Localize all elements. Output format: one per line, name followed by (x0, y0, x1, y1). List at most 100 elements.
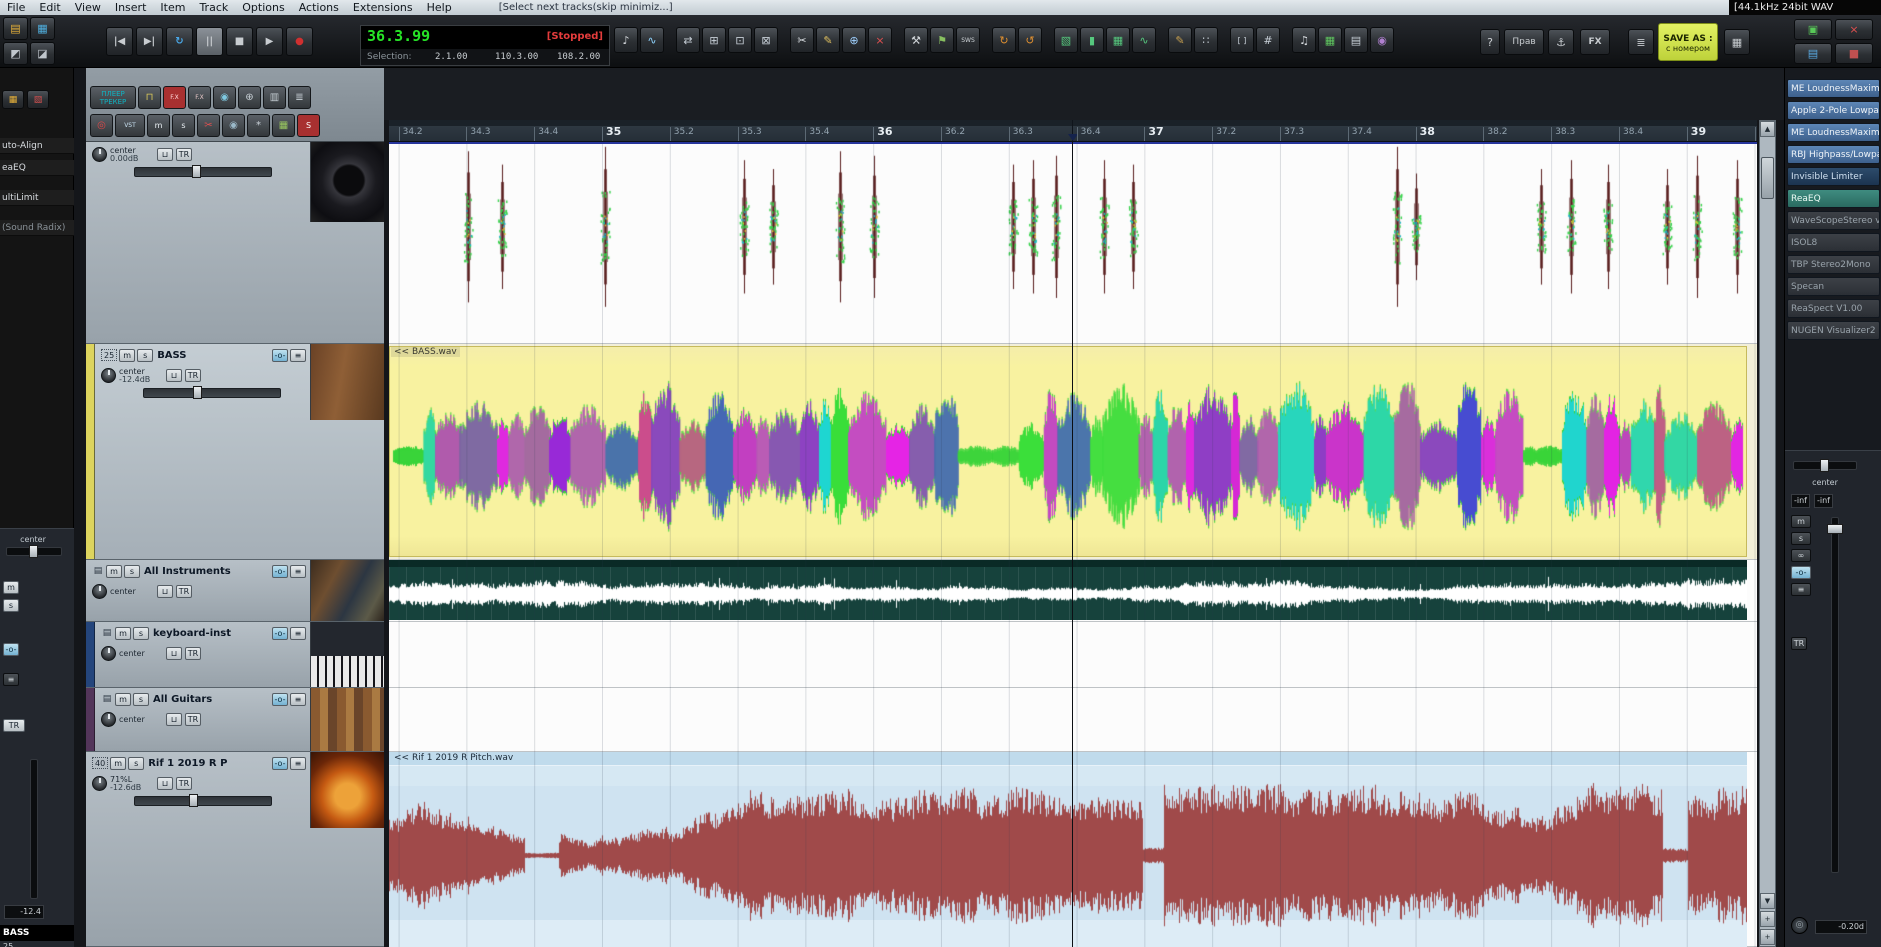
strip-envelope-button[interactable]: ≡ (3, 673, 19, 686)
pause-button[interactable]: || (196, 27, 223, 56)
spiral-icon[interactable]: ◉ (1370, 27, 1394, 53)
track-name[interactable]: All Guitars (151, 694, 270, 705)
volume-fader[interactable] (134, 165, 272, 178)
project-colors-icon[interactable]: ▤ (3, 17, 28, 40)
track-panel-keyboard-inst[interactable]: ▤ m s keyboard-inst -o- ≡ center ⊔ TR (86, 622, 384, 688)
dots-grid-icon[interactable]: ∷ (1194, 27, 1218, 53)
eye-2-button[interactable]: ◉ (222, 114, 245, 137)
lane-bass[interactable]: << BASS.wav (389, 344, 1757, 560)
snap-grid-icon[interactable]: ⊞ (702, 27, 726, 53)
fx-entry-invisible-limiter[interactable]: Invisible Limiter (1787, 167, 1880, 186)
master-pan-fader[interactable] (1793, 459, 1857, 472)
pencil-icon[interactable]: ✎ (816, 27, 840, 53)
solo-button[interactable]: s (124, 564, 140, 578)
master-routing-button[interactable]: -o- (1791, 566, 1811, 579)
trim-read-button[interactable]: TR (185, 369, 201, 382)
stop-button[interactable]: ■ (226, 27, 253, 56)
media-item-bass[interactable]: << BASS.wav (389, 346, 1747, 558)
track-panel-bass[interactable]: 25 m s BASS -o- ≡ center -12.4dB ⊔ TR (86, 344, 384, 560)
fx-entry-specan[interactable]: Specan (1787, 277, 1880, 296)
midi-grid-icon[interactable]: ▦ (1318, 27, 1342, 53)
piano-roll-icon[interactable]: ♫ (1292, 27, 1316, 53)
track-name[interactable]: BASS (155, 350, 270, 361)
routing-button[interactable]: -o- (272, 564, 288, 578)
open-project-button[interactable]: ▤ (1794, 43, 1832, 64)
menu-item-extensions[interactable]: Extensions (346, 0, 420, 15)
dock-fx-label[interactable]: uto-Align (0, 138, 74, 154)
lane-drums[interactable] (389, 142, 1757, 344)
menu-item-item[interactable]: Item (153, 0, 192, 15)
gear-button[interactable]: * (247, 114, 270, 137)
mute-button[interactable]: m (115, 692, 131, 706)
wrench-icon[interactable]: ⚒ (904, 27, 928, 53)
loop-on-icon[interactable]: ↻ (992, 27, 1016, 53)
brackets-icon[interactable]: [ ] (1230, 27, 1254, 53)
volume-fader[interactable] (143, 386, 281, 399)
track-name[interactable]: All Instruments (142, 566, 270, 577)
volume-fader[interactable] (134, 794, 272, 807)
track-menu-button[interactable]: ≡ (290, 348, 306, 362)
hash-grid-icon[interactable]: # (1256, 27, 1280, 53)
loop-button[interactable]: ↻ (166, 27, 193, 56)
fx-entry-wavescopestereo-v2[interactable]: WaveScopeStereo v2 (1787, 211, 1880, 230)
track-name[interactable]: Rif 1 2019 R P (146, 758, 270, 769)
play-button[interactable]: ▶ (256, 27, 283, 56)
fx-entry-tbp-stereo2mono[interactable]: TBP Stereo2Mono (1787, 255, 1880, 274)
grid-view-button[interactable]: ▦ (272, 114, 295, 137)
media-item-rif[interactable]: << Rif 1 2019 R Pitch.wav (389, 752, 1747, 947)
zoom-in-2-button[interactable]: + (1760, 929, 1775, 945)
fx-entry-rbj-highpass-lowpass[interactable]: RBJ Highpass/Lowpass (1787, 145, 1880, 164)
menu-item-help[interactable]: Help (420, 0, 459, 15)
ruler-mode-button[interactable]: ▥ (263, 86, 286, 109)
menu-item-insert[interactable]: Insert (108, 0, 154, 15)
lane-keyboard-inst[interactable] (389, 622, 1757, 688)
go-start-button[interactable]: |◀ (106, 27, 133, 56)
strip-mute-button[interactable]: m (3, 581, 19, 594)
io-button[interactable]: ⊔ (157, 148, 173, 161)
track-panel-drums[interactable]: center 0.00dB ⊔ TR (86, 142, 384, 344)
dock-fx-label[interactable]: ultiLimit (0, 190, 74, 206)
move-item-icon[interactable]: ⇄ (676, 27, 700, 53)
lines-icon[interactable]: ≣ (1628, 29, 1654, 55)
routing-button[interactable]: -o- (272, 626, 288, 640)
fx-entry-nugen-visualizer2[interactable]: NUGEN Visualizer2 (1787, 321, 1880, 340)
fit-project-icon[interactable]: ⊠ (754, 27, 778, 53)
master-solo-button[interactable]: s (1791, 532, 1811, 545)
record-button[interactable]: ● (286, 27, 313, 56)
mute-all-button[interactable]: m (147, 114, 170, 137)
actions-icon[interactable]: ⚑ (930, 27, 954, 53)
lane-rif[interactable]: << Rif 1 2019 R Pitch.wav (389, 752, 1757, 947)
master-mono-button[interactable]: ∞ (1791, 549, 1811, 562)
fx-entry-reaspect-v1-00[interactable]: ReaSpect V1.00 (1787, 299, 1880, 318)
strip-solo-button[interactable]: s (3, 599, 19, 612)
track-name[interactable]: keyboard-inst (151, 628, 270, 639)
vst-button[interactable]: VST (115, 114, 145, 137)
marker-lane[interactable] (389, 120, 1757, 126)
menu-item-edit[interactable]: Edit (32, 0, 67, 15)
zoom-in-button[interactable]: + (1760, 911, 1775, 927)
track-panel-all-instruments[interactable]: ▤ m s All Instruments -o- ≡ center ⊔ TR (86, 560, 384, 622)
lock-tracks-button[interactable]: ⊓ (138, 86, 161, 109)
go-end-button[interactable]: ▶| (136, 27, 163, 56)
save-as-numbered-button[interactable]: SAVE AS : с номером (1658, 23, 1718, 61)
track-menu-button[interactable]: ≡ (290, 756, 306, 770)
fx-red-button[interactable]: F.X (163, 86, 186, 109)
fx-entry-reaeq[interactable]: ReaEQ (1787, 189, 1880, 208)
fx-entry-me-loudnessmaximize[interactable]: ME LoudnessMaximize (1787, 79, 1880, 98)
help-button[interactable]: ? (1480, 29, 1500, 55)
arrange-vertical-scrollbar[interactable]: ▲ ▼ + + (1759, 120, 1776, 947)
solo-button[interactable]: s (128, 756, 145, 770)
solo-all-button[interactable]: s (172, 114, 195, 137)
envelope-wave-icon[interactable]: ∿ (640, 27, 664, 53)
menu-item-actions[interactable]: Actions (292, 0, 346, 15)
strip-pan-fader[interactable] (6, 545, 62, 558)
io-button[interactable]: ⊔ (166, 713, 182, 726)
track-panel-rif[interactable]: 40 m s Rif 1 2019 R P -o- ≡ 71%L -12.6dB … (86, 752, 384, 947)
recent-project-button[interactable]: ■ (1835, 43, 1873, 64)
strip-routing-button[interactable]: -o- (3, 643, 19, 656)
pan-knob[interactable] (101, 646, 116, 661)
fx-chain-button[interactable]: FX (1580, 29, 1610, 55)
tool-right-icon[interactable]: ◪ (30, 42, 55, 65)
record-arm-all-button[interactable]: ◎ (90, 114, 113, 137)
sws-icon[interactable]: SWS (956, 27, 980, 53)
